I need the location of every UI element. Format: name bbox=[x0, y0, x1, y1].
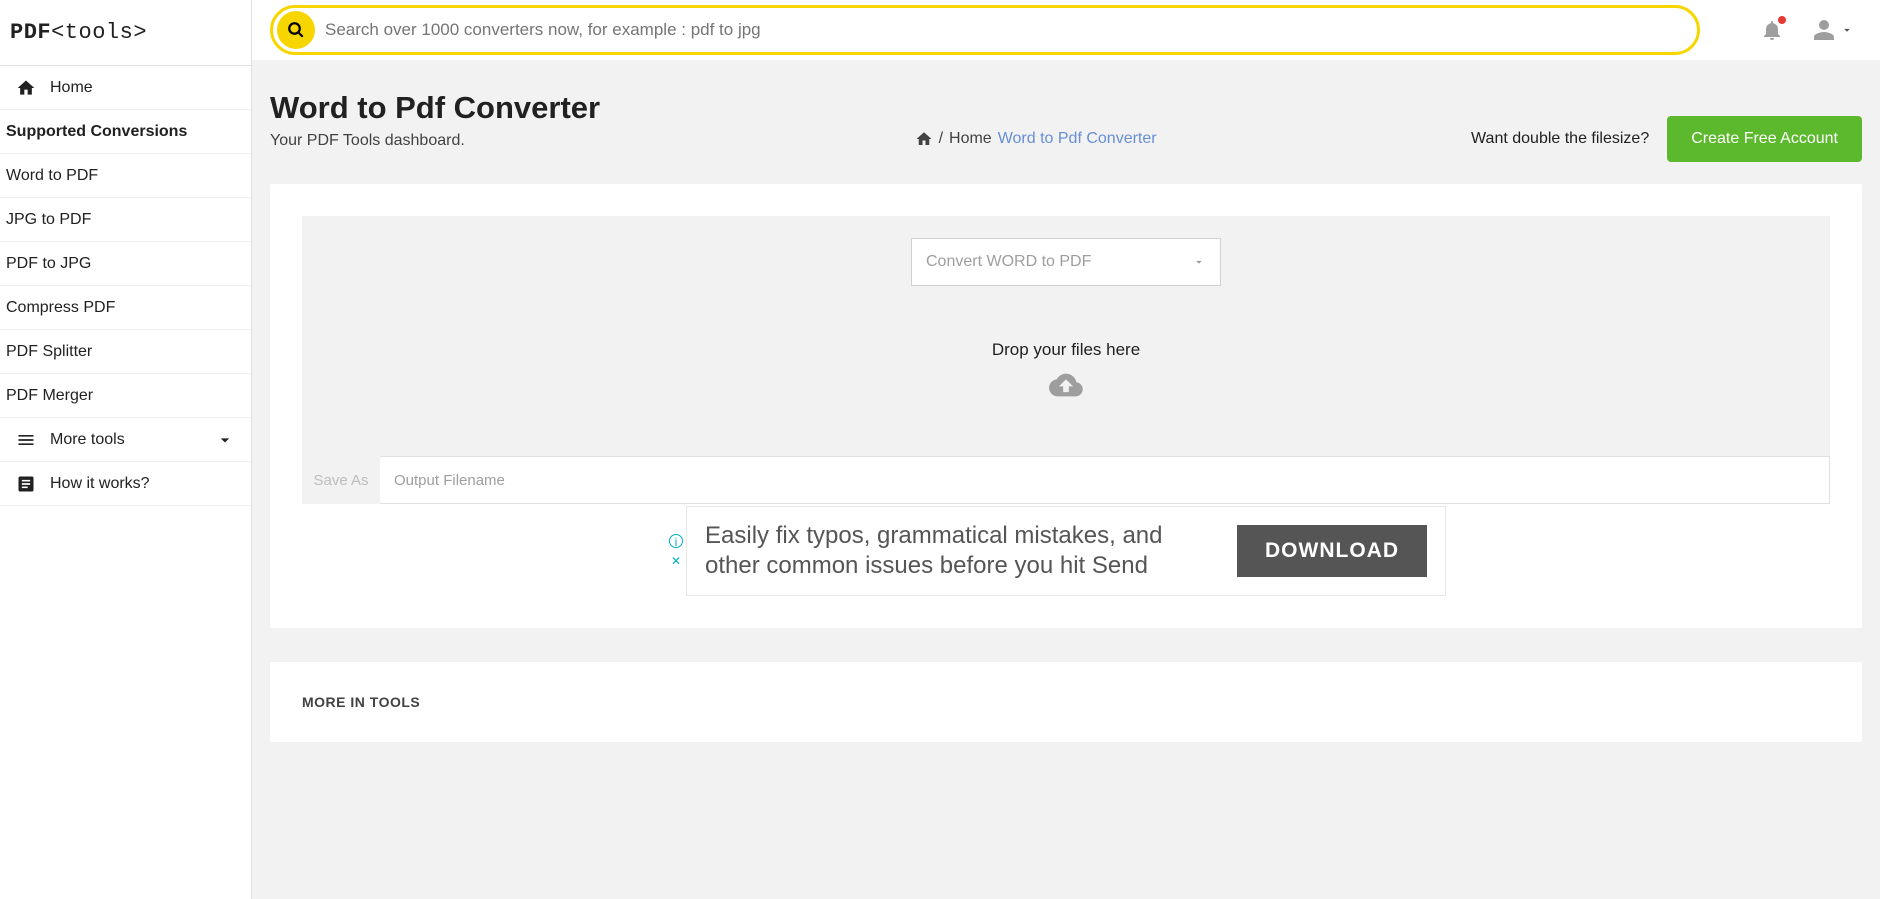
sidebar-item-compress-pdf[interactable]: Compress PDF bbox=[0, 286, 251, 330]
ad-close-icon[interactable]: ✕ bbox=[669, 554, 683, 568]
app-logo[interactable]: PDF<tools> bbox=[0, 0, 251, 65]
saveas-row: Save As bbox=[302, 456, 1830, 504]
logo-bold: PDF bbox=[10, 20, 51, 45]
home-icon bbox=[915, 130, 933, 148]
dropzone-message: Drop your files here bbox=[992, 340, 1140, 360]
topbar bbox=[252, 0, 1880, 60]
conversion-select-label: Convert WORD to PDF bbox=[926, 253, 1091, 271]
search-input[interactable] bbox=[325, 20, 1693, 40]
notifications-button[interactable] bbox=[1760, 18, 1784, 42]
sidebar-item-pdf-merger[interactable]: PDF Merger bbox=[0, 374, 251, 418]
create-account-button[interactable]: Create Free Account bbox=[1667, 116, 1862, 162]
saveas-label: Save As bbox=[302, 456, 380, 504]
breadcrumb: / Home Word to Pdf Converter bbox=[915, 130, 1157, 148]
ad-info-icon[interactable]: i bbox=[669, 534, 683, 548]
cloud-upload-icon bbox=[1049, 368, 1083, 402]
page-subtitle: Your PDF Tools dashboard. bbox=[270, 132, 600, 150]
topbar-icons bbox=[1720, 18, 1862, 42]
breadcrumb-home[interactable]: Home bbox=[949, 130, 992, 148]
page-title: Word to Pdf Converter bbox=[270, 90, 600, 126]
main-area: Word to Pdf Converter Your PDF Tools das… bbox=[252, 0, 1880, 899]
search-icon bbox=[287, 21, 305, 39]
sidebar-label-more: More tools bbox=[50, 431, 125, 449]
search-icon-circle[interactable] bbox=[277, 11, 315, 49]
output-filename-input[interactable] bbox=[380, 456, 1830, 504]
sidebar-item-word-to-pdf[interactable]: Word to PDF bbox=[0, 154, 251, 198]
page-header-left: Word to Pdf Converter Your PDF Tools das… bbox=[270, 90, 600, 150]
sidebar-nav: Home Supported Conversions Word to PDF J… bbox=[0, 65, 251, 506]
search-wrap bbox=[270, 5, 1700, 55]
sidebar-item-home[interactable]: Home bbox=[0, 66, 251, 110]
list-icon bbox=[16, 430, 36, 450]
sidebar-item-how-it-works[interactable]: How it works? bbox=[0, 462, 251, 506]
sidebar-item-jpg-to-pdf[interactable]: JPG to PDF bbox=[0, 198, 251, 242]
article-icon bbox=[16, 474, 36, 494]
more-tools-card: MORE IN TOOLS bbox=[270, 662, 1862, 742]
sidebar-item-pdf-to-jpg[interactable]: PDF to JPG bbox=[0, 242, 251, 286]
converter-card: Convert WORD to PDF Drop your files here… bbox=[270, 184, 1862, 628]
logo-thin: <tools> bbox=[51, 20, 147, 45]
page-header-right: Want double the filesize? Create Free Ac… bbox=[1471, 116, 1862, 162]
sidebar-label-how: How it works? bbox=[50, 475, 150, 493]
sidebar-item-pdf-splitter[interactable]: PDF Splitter bbox=[0, 330, 251, 374]
dropzone-wrap: Convert WORD to PDF Drop your files here bbox=[302, 216, 1830, 456]
sidebar: PDF<tools> Home Supported Conversions Wo… bbox=[0, 0, 252, 899]
avatar-icon bbox=[1812, 18, 1836, 42]
user-menu[interactable] bbox=[1812, 18, 1854, 42]
notification-dot-icon bbox=[1778, 16, 1786, 24]
more-tools-title: MORE IN TOOLS bbox=[302, 694, 1830, 710]
chevron-down-icon bbox=[1192, 255, 1206, 269]
ad-text: Easily fix typos, grammatical mistakes, … bbox=[705, 521, 1217, 581]
breadcrumb-current: Word to Pdf Converter bbox=[998, 130, 1157, 148]
page-header: Word to Pdf Converter Your PDF Tools das… bbox=[252, 60, 1880, 184]
breadcrumb-separator: / bbox=[939, 130, 943, 148]
ad-controls: i ✕ bbox=[669, 534, 683, 568]
chevron-down-icon bbox=[215, 430, 235, 450]
ad-banner[interactable]: i ✕ Easily fix typos, grammatical mistak… bbox=[686, 506, 1446, 596]
conversion-select[interactable]: Convert WORD to PDF bbox=[911, 238, 1221, 286]
file-dropzone[interactable]: Drop your files here bbox=[382, 286, 1750, 456]
search-pill[interactable] bbox=[270, 5, 1700, 55]
sidebar-item-more-tools[interactable]: More tools bbox=[0, 418, 251, 462]
sidebar-section-label: Supported Conversions bbox=[6, 123, 187, 141]
cta-prompt: Want double the filesize? bbox=[1471, 130, 1649, 148]
sidebar-label-home: Home bbox=[50, 79, 93, 97]
home-icon bbox=[16, 78, 36, 98]
ad-download-button[interactable]: DOWNLOAD bbox=[1237, 525, 1427, 577]
sidebar-section-header: Supported Conversions bbox=[0, 110, 251, 154]
chevron-down-icon bbox=[1840, 23, 1854, 37]
